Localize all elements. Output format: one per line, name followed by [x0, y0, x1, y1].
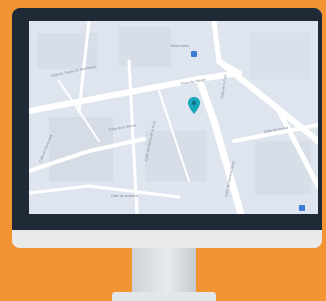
block	[249, 33, 309, 79]
monitor-stand-base	[112, 292, 216, 301]
poi-icon[interactable]	[191, 51, 197, 57]
monitor-stand	[132, 248, 196, 292]
block	[145, 131, 207, 181]
map-screen[interactable]: Mesa Hotel Calle de Toledo de Hermanos P…	[29, 21, 318, 214]
block	[255, 141, 311, 195]
block	[119, 27, 171, 67]
poi-icon[interactable]	[299, 205, 305, 211]
monitor-bezel: Mesa Hotel Calle de Toledo de Hermanos P…	[12, 8, 322, 230]
street-label: Calle de la Arena	[111, 194, 138, 198]
monitor-chin	[12, 230, 322, 248]
monitor: Mesa Hotel Calle de Toledo de Hermanos P…	[12, 8, 322, 248]
map-svg[interactable]: Mesa Hotel Calle de Toledo de Hermanos P…	[29, 21, 318, 214]
poi-label: Mesa Hotel	[171, 44, 189, 48]
